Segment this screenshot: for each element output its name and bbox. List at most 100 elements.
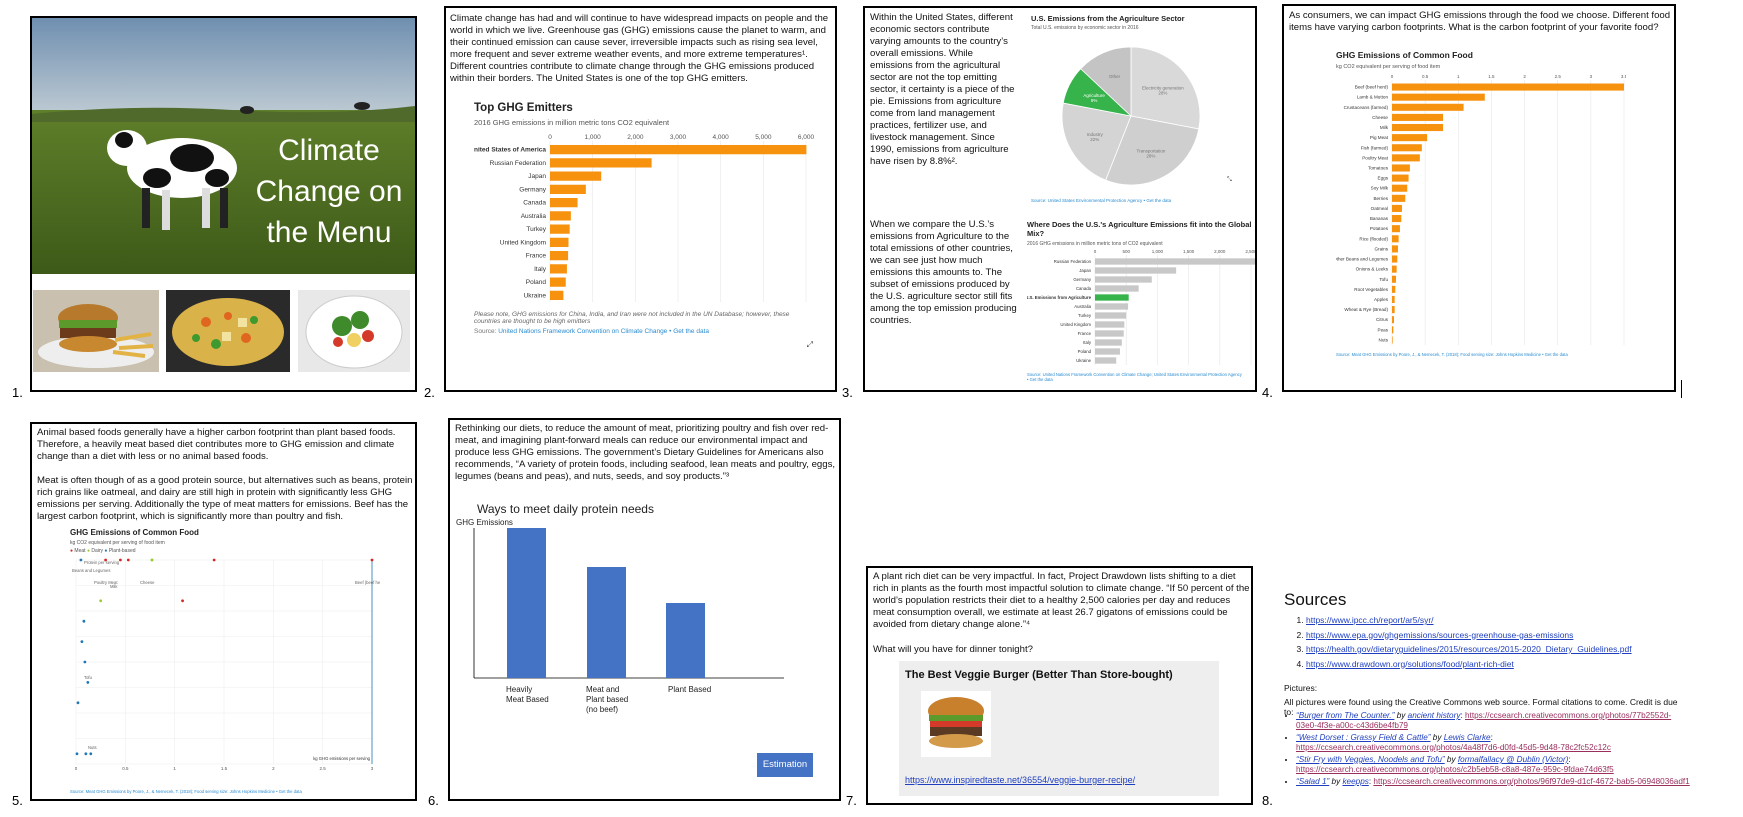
category-label: Citrus [1376, 317, 1389, 322]
category-label: Canada [1076, 286, 1092, 291]
category-label: Lamb & Mutton [1357, 95, 1389, 100]
x-tick-label: 2.5 [1555, 74, 1562, 79]
scatter-point [84, 752, 88, 756]
bar [1392, 194, 1406, 202]
slide-1-thumbnail[interactable]: Climate Change on the Menu [30, 16, 417, 392]
credit-title-link[interactable]: “Stir Fry with Veggies, Noodels and Tofu… [1296, 755, 1445, 764]
bar [550, 144, 807, 155]
slide-number-7: 7. [846, 793, 857, 808]
bar [1392, 255, 1398, 263]
source-link[interactable]: https://health.gov/dietaryguidelines/201… [1306, 644, 1632, 654]
scatter-point [89, 752, 93, 756]
bar-subtitle: 2016 GHG emissions in million metric ton… [1027, 241, 1163, 247]
bar [1392, 235, 1399, 243]
scatter-point [80, 640, 84, 643]
bar [1095, 321, 1125, 328]
credit-title-link[interactable]: “West Dorset : Grassy Field & Cattle” [1296, 733, 1431, 742]
x-tick-label: 0 [1094, 249, 1097, 254]
bar [1392, 144, 1422, 152]
credit-author-link[interactable]: ancient history [1408, 711, 1461, 720]
pie-title: U.S. Emissions from the Agriculture Sect… [1031, 14, 1185, 23]
category-label: France [526, 253, 547, 260]
get-data-link[interactable]: • Get the data [667, 328, 709, 335]
category-label: Rice (flooded) [1359, 236, 1388, 241]
source-link[interactable]: https://www.ipcc.ch/report/ar5/syr/ [1306, 615, 1434, 625]
credit-url-link[interactable]: https://ccsearch.creativecommons.org/pho… [1296, 765, 1614, 774]
slide-2-thumbnail[interactable]: Climate change has had and will continue… [444, 6, 837, 392]
bar [1095, 312, 1127, 319]
category-label: United Kingdom [1060, 322, 1091, 327]
credit-author-link[interactable]: keepps [1342, 777, 1368, 786]
slice-value: 28% [1146, 153, 1155, 158]
bar [550, 237, 569, 248]
bar [1095, 294, 1129, 301]
source-link[interactable]: https://www.drawdown.org/solutions/food/… [1306, 659, 1514, 669]
resize-handle-icon: ⤡ [1227, 176, 1232, 183]
slide-number-3: 3. [842, 385, 853, 400]
scatter-point [79, 558, 83, 562]
bar [1392, 285, 1396, 293]
slide-number-8: 8. [1262, 793, 1273, 808]
x-axis-title: kg GHG emissions per serving [313, 756, 370, 761]
slide-8-thumbnail[interactable]: Sources https://www.ipcc.ch/report/ar5/s… [1280, 590, 1690, 805]
category-label: Turkey [1078, 313, 1092, 318]
x-tick-label: 0.5 [1422, 74, 1429, 79]
resize-handle-icon[interactable]: ⤢ [807, 340, 813, 350]
credit-title-link[interactable]: “Salad 1” [1296, 777, 1329, 786]
x-tick-label: 2,000 [1214, 249, 1226, 254]
bar [1392, 154, 1420, 162]
bar [1095, 267, 1177, 274]
credit-url-link[interactable]: https://ccsearch.creativecommons.org/pho… [1373, 777, 1689, 786]
estimation-button[interactable]: Estimation [757, 753, 813, 777]
credit-author-link[interactable]: formalfallacy @ Dublin (Victor) [1458, 755, 1569, 764]
credit-url-link[interactable]: https://ccsearch.creativecommons.org/pho… [1296, 743, 1611, 752]
bar [1095, 330, 1124, 337]
slide-3-thumbnail[interactable]: Within the United States, different econ… [863, 6, 1257, 392]
bar-title: Where Does the U.S.'s Agriculture Emissi… [1027, 220, 1252, 238]
category-label: Italy [534, 266, 547, 273]
point-label: Beef (beef herd) [355, 580, 380, 585]
chart-title: Top GHG Emitters [474, 102, 573, 114]
slide-5-thumbnail[interactable]: Animal based foods generally have a high… [30, 422, 417, 801]
source-link[interactable]: https://www.epa.gov/ghgemissions/sources… [1306, 630, 1573, 640]
slide-6-intro: Rethinking our diets, to reduce the amou… [455, 423, 836, 482]
category-label: Onions & Leeks [1356, 267, 1389, 272]
bar [1392, 164, 1410, 172]
slice-label: Other [1109, 74, 1121, 79]
category-label: Cheese [1372, 115, 1388, 120]
bar [1392, 103, 1464, 111]
category-label: Milk [1380, 125, 1389, 130]
source-link[interactable]: United Nations Framework Convention on C… [498, 328, 667, 335]
x-tick-label: 6,000 [798, 134, 814, 141]
x-tick-label: 0 [75, 766, 78, 771]
bar [1095, 357, 1117, 364]
source-item: https://www.epa.gov/ghgemissions/sources… [1306, 628, 1632, 643]
category-label: Tomatoes [1368, 165, 1389, 170]
scatter-point [86, 681, 90, 684]
scatter-point [82, 619, 86, 623]
recipe-link[interactable]: https://www.inspiredtaste.net/36554/vegg… [905, 775, 1135, 785]
slide-7-thumbnail[interactable]: A plant rich diet can be very impactful.… [866, 566, 1253, 805]
category-label: Ukraine [524, 292, 547, 299]
bar [1095, 285, 1139, 292]
bar [1392, 184, 1408, 192]
bar [1392, 336, 1393, 344]
category-label: Oatmeal [1371, 206, 1388, 211]
recipe-card[interactable]: The Best Veggie Burger (Better Than Stor… [899, 661, 1219, 796]
credit-author-link[interactable]: Lewis Clarke [1444, 733, 1491, 742]
bar [550, 184, 586, 195]
category-label: Beef (beef herd) [1355, 85, 1389, 90]
slide-number-6: 6. [428, 793, 439, 808]
slide-4-thumbnail[interactable]: As consumers, we can impact GHG emission… [1282, 4, 1676, 392]
food-emissions-chart: GHG Emissions of Common Food kg CO2 equi… [1333, 50, 1628, 357]
x-tick-label: 3,000 [670, 134, 687, 141]
category-label: Russian Federation [490, 160, 547, 167]
burger-photo [33, 290, 159, 372]
slide-6-thumbnail[interactable]: Rethinking our diets, to reduce the amou… [448, 418, 841, 801]
credit-title-link[interactable]: “Burger from The Counter.” [1296, 711, 1394, 720]
global-mix-chart: Where Does the U.S.'s Agriculture Emissi… [1025, 220, 1255, 382]
bar [550, 250, 569, 261]
category-label: Poland [1078, 349, 1092, 354]
slide-3-text-2: When we compare the U.S.’s emissions fro… [870, 219, 1017, 326]
slide-5-text-2: Meat is often though of as a good protei… [37, 475, 413, 522]
